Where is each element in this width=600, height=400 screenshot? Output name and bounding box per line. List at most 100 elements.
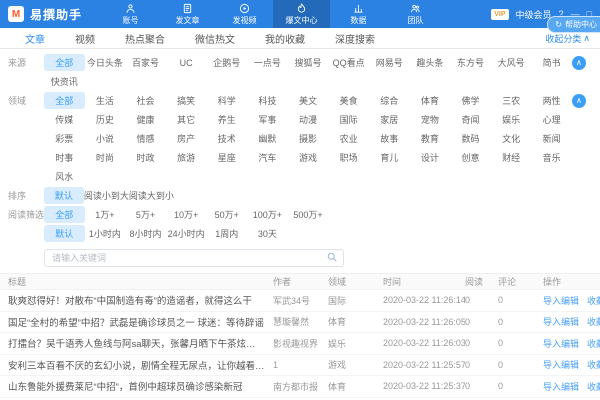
filter-option[interactable]: 趣头条 xyxy=(410,54,451,71)
filter-option[interactable]: 健康 xyxy=(125,111,166,128)
filter-option[interactable]: 网易号 xyxy=(369,54,410,71)
filter-option[interactable]: 1万+ xyxy=(85,206,126,223)
filter-option[interactable]: 500万+ xyxy=(288,206,329,223)
filter-option[interactable]: 军事 xyxy=(247,111,288,128)
filter-option-selected[interactable]: 默认 xyxy=(44,187,84,204)
filter-option[interactable]: 快资讯 xyxy=(44,73,85,90)
help-center-button[interactable]: ↻ 帮助中心 xyxy=(547,16,600,33)
filter-option-selected[interactable]: 默认 xyxy=(44,225,85,242)
filter-option[interactable]: 阅读大到小 xyxy=(129,187,174,204)
filter-option[interactable]: 故事 xyxy=(369,130,410,147)
filter-option[interactable]: 美文 xyxy=(288,92,329,109)
filter-option[interactable]: 大风号 xyxy=(491,54,532,71)
collapse-field-button[interactable]: ∧ xyxy=(572,94,586,108)
filter-option[interactable]: 生活 xyxy=(85,92,126,109)
filter-option[interactable]: 国际 xyxy=(328,111,369,128)
nav-item-publish-article[interactable]: 发文章 xyxy=(159,0,216,28)
filter-option[interactable]: 小说 xyxy=(85,130,126,147)
filter-option[interactable]: 50万+ xyxy=(206,206,247,223)
filter-option[interactable]: 房产 xyxy=(166,130,207,147)
filter-option[interactable]: 娱乐 xyxy=(491,111,532,128)
filter-option[interactable]: 时政 xyxy=(125,149,166,166)
tab-hot-topics[interactable]: 热点聚合 xyxy=(110,31,180,46)
filter-option[interactable]: 阅读小到大 xyxy=(84,187,129,204)
filter-option[interactable]: QQ看点 xyxy=(328,54,369,71)
filter-option[interactable]: 技术 xyxy=(206,130,247,147)
favorite-link[interactable]: 收藏 xyxy=(587,337,600,350)
nav-item-hot-article-center[interactable]: 爆文中心 xyxy=(273,0,330,28)
filter-option[interactable]: 时事 xyxy=(44,149,85,166)
filter-option[interactable]: 育儿 xyxy=(369,149,410,166)
filter-option[interactable]: 星座 xyxy=(206,149,247,166)
filter-option[interactable]: 教育 xyxy=(410,130,451,147)
filter-option[interactable]: 100万+ xyxy=(247,206,288,223)
filter-option[interactable]: 音乐 xyxy=(531,149,572,166)
tab-articles[interactable]: 文章 xyxy=(10,31,60,46)
article-title-link[interactable]: 耿爽怼得好！对散布“中国制造有毒”的造谣者，就得这么干 xyxy=(8,293,273,307)
filter-option[interactable]: 30天 xyxy=(247,225,288,242)
filter-option[interactable]: 风水 xyxy=(44,168,85,185)
nav-item-data[interactable]: 数据 xyxy=(330,0,387,28)
filter-option[interactable]: 历史 xyxy=(85,111,126,128)
filter-option[interactable]: 动漫 xyxy=(288,111,329,128)
filter-option[interactable]: 文化 xyxy=(491,130,532,147)
filter-option[interactable]: 24小时内 xyxy=(166,225,207,242)
filter-option[interactable]: 时尚 xyxy=(85,149,126,166)
article-title-link[interactable]: 国足“全村的希望”中招？武磊是确诊球员之一 球迷：等待辟谣 xyxy=(8,315,273,329)
article-title-link[interactable]: 安利三本百看不厌的玄幻小说，剧情全程无尿点，让你越看越上瘾 xyxy=(8,358,273,372)
favorite-link[interactable]: 收藏 xyxy=(587,358,600,371)
filter-option[interactable]: 美食 xyxy=(328,92,369,109)
nav-item-publish-video[interactable]: 发视频 xyxy=(216,0,273,28)
filter-option[interactable]: 东方号 xyxy=(450,54,491,71)
filter-option[interactable]: 创意 xyxy=(450,149,491,166)
filter-option[interactable]: 数码 xyxy=(450,130,491,147)
search-input[interactable] xyxy=(44,249,344,267)
import-edit-link[interactable]: 导入编辑 xyxy=(543,380,579,393)
favorite-link[interactable]: 收藏 xyxy=(587,294,600,307)
filter-option[interactable]: 新闻 xyxy=(531,130,572,147)
import-edit-link[interactable]: 导入编辑 xyxy=(543,294,579,307)
filter-option[interactable]: 摄影 xyxy=(288,130,329,147)
filter-option[interactable]: 汽车 xyxy=(247,149,288,166)
filter-option[interactable]: 社会 xyxy=(125,92,166,109)
filter-option[interactable]: 5万+ xyxy=(125,206,166,223)
filter-option-selected[interactable]: 全部 xyxy=(44,54,85,71)
filter-option[interactable]: 一点号 xyxy=(247,54,288,71)
filter-option[interactable]: 佛学 xyxy=(450,92,491,109)
nav-item-account[interactable]: 账号 xyxy=(102,0,159,28)
filter-option[interactable]: 10万+ xyxy=(166,206,207,223)
filter-option[interactable]: 体育 xyxy=(410,92,451,109)
filter-option[interactable]: 1周内 xyxy=(206,225,247,242)
filter-option[interactable]: 养生 xyxy=(206,111,247,128)
tab-videos[interactable]: 视频 xyxy=(60,31,110,46)
import-edit-link[interactable]: 导入编辑 xyxy=(543,358,579,371)
tab-my-favorites[interactable]: 我的收藏 xyxy=(250,31,320,46)
nav-item-team[interactable]: 团队 xyxy=(387,0,444,28)
filter-option[interactable]: 心理 xyxy=(531,111,572,128)
filter-option[interactable]: 设计 xyxy=(410,149,451,166)
filter-option[interactable]: 三农 xyxy=(491,92,532,109)
filter-option-selected[interactable]: 全部 xyxy=(44,206,85,223)
filter-option[interactable]: 1小时内 xyxy=(85,225,126,242)
filter-option[interactable]: 8小时内 xyxy=(125,225,166,242)
filter-option[interactable]: 今日头条 xyxy=(85,54,126,71)
tab-wechat-hot[interactable]: 微信热文 xyxy=(180,31,250,46)
filter-option[interactable]: 搜狐号 xyxy=(288,54,329,71)
article-title-link[interactable]: 山东鲁能外援费莱尼“中招”，首例中超球员确诊感染新冠 xyxy=(8,379,273,393)
favorite-link[interactable]: 收藏 xyxy=(587,315,600,328)
filter-option[interactable]: 彩票 xyxy=(44,130,85,147)
filter-option-selected[interactable]: 全部 xyxy=(44,92,85,109)
filter-option[interactable]: 科技 xyxy=(247,92,288,109)
filter-option[interactable]: 游戏 xyxy=(288,149,329,166)
filter-option[interactable]: 财经 xyxy=(491,149,532,166)
filter-option[interactable]: 奇闻 xyxy=(450,111,491,128)
collapse-source-button[interactable]: ∧ xyxy=(572,56,586,70)
filter-option[interactable]: 情感 xyxy=(125,130,166,147)
filter-option[interactable]: 农业 xyxy=(328,130,369,147)
filter-option[interactable]: 百家号 xyxy=(125,54,166,71)
article-title-link[interactable]: 打擂台？吴千语秀人鱼线与阿sa聊天，张馨月晒下午茶炫富太生活 xyxy=(8,336,273,350)
filter-option[interactable]: 其它 xyxy=(166,111,207,128)
favorite-link[interactable]: 收藏 xyxy=(587,380,600,393)
import-edit-link[interactable]: 导入编辑 xyxy=(543,315,579,328)
filter-option[interactable]: 传媒 xyxy=(44,111,85,128)
